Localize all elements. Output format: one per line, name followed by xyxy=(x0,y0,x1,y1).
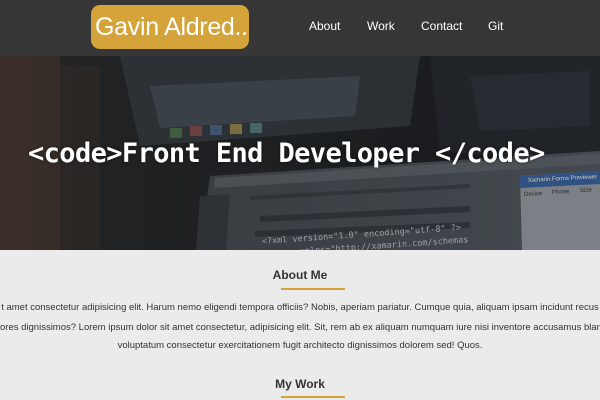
nav-link-about[interactable]: About xyxy=(309,19,340,33)
about-heading-underline xyxy=(281,288,345,290)
about-text-line-2: ores dignissimos? Lorem ipsum dolor sit … xyxy=(0,322,600,333)
hero-banner: <?xml version="1.0" encoding="utf-8" ?> … xyxy=(0,56,600,250)
nav-link-work[interactable]: Work xyxy=(367,19,395,33)
about-heading: About Me xyxy=(272,268,328,282)
navbar: Gavin Aldred.. About Work Contact Git xyxy=(0,0,600,56)
work-heading-underline xyxy=(281,396,345,398)
nav-link-git[interactable]: Git xyxy=(488,19,503,33)
hero-title: <code>Front End Developer </code> xyxy=(28,138,545,169)
site-logo[interactable]: Gavin Aldred.. xyxy=(91,5,249,49)
about-text-line-3: voluptatum consectetur exercitationem fu… xyxy=(117,340,483,351)
about-text-line-1: t amet consectetur adipisicing elit. Har… xyxy=(1,302,599,313)
about-text-line: voluptatum consectetur exercitationem fu… xyxy=(0,340,600,351)
work-heading: My Work xyxy=(275,377,325,391)
about-text-line: t amet consectetur adipisicing elit. Har… xyxy=(0,302,600,313)
about-text-line: ores dignissimos? Lorem ipsum dolor sit … xyxy=(0,322,600,333)
nav-link-contact[interactable]: Contact xyxy=(421,19,462,33)
